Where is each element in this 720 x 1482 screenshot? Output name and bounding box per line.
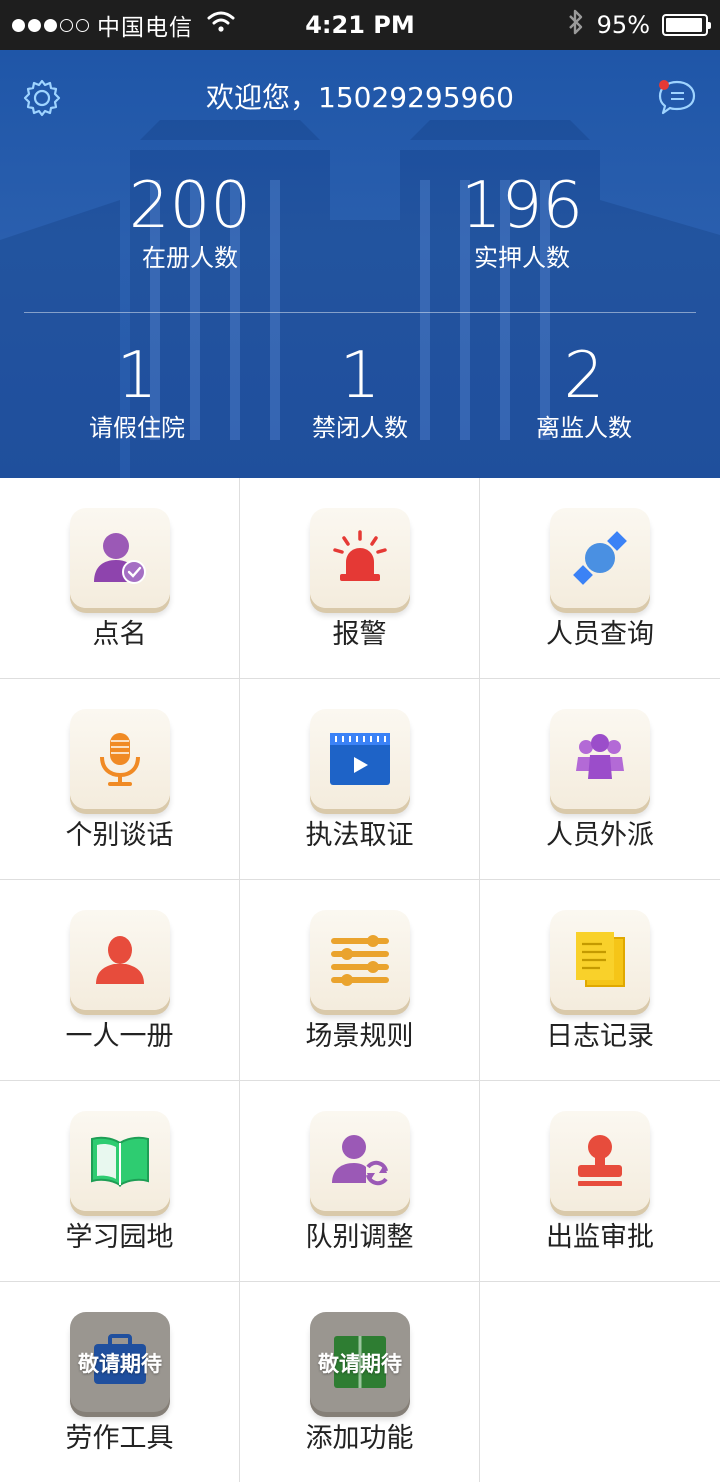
evidence-label: 执法取证 <box>305 820 414 851</box>
microphone-icon <box>100 733 140 786</box>
feature-scene-rules[interactable]: 场景规则 <box>240 880 480 1081</box>
scene-rules-tile <box>310 910 410 1010</box>
release-approval-label: 出监审批 <box>546 1222 654 1253</box>
stat-leave-hospital[interactable]: 1 请假住院 <box>37 340 237 444</box>
notebook-log-icon <box>576 932 625 987</box>
feature-alarm[interactable]: 报警 <box>240 478 480 679</box>
stat-left-prison-label: 离监人数 <box>536 414 632 442</box>
battery-percent: 95% <box>596 11 650 39</box>
one-person-file-tile <box>70 910 170 1010</box>
stat-confinement-value: 1 <box>339 339 381 413</box>
add-function-tile: 敬请期待 <box>310 1312 410 1412</box>
feature-grid: 点名 报警 人员查询 个别谈话 执法取证 人员外派 一人一册 场景规则 日志记录… <box>0 478 720 1482</box>
stat-left-prison[interactable]: 2 离监人数 <box>484 340 684 444</box>
stat-detained[interactable]: 196 实押人数 <box>422 170 622 274</box>
labor-tools-label: 劳作工具 <box>65 1423 174 1454</box>
one-person-file-label: 一人一册 <box>65 1021 174 1052</box>
stat-registered-value: 200 <box>128 169 252 243</box>
video-clapper-icon <box>330 733 390 785</box>
dashboard-header: 欢迎您，15029295960 200 在册人数 196 实押人数 1 请假住院… <box>0 50 720 478</box>
dispatch-label: 人员外派 <box>546 820 654 851</box>
alarm-siren-icon <box>333 530 387 581</box>
feature-release-approval[interactable]: 出监审批 <box>480 1081 720 1282</box>
feature-roll-call[interactable]: 点名 <box>0 478 240 679</box>
slider-rules-icon <box>331 935 389 986</box>
notification-dot <box>659 80 669 90</box>
feature-individual-talk[interactable]: 个别谈话 <box>0 679 240 880</box>
person-search-tile <box>550 508 650 608</box>
person-search-label: 人员查询 <box>546 619 654 650</box>
stat-leave-hospital-value: 1 <box>116 339 158 413</box>
individual-talk-label: 个别谈话 <box>65 820 174 851</box>
feature-log-record[interactable]: 日志记录 <box>480 880 720 1081</box>
roll-call-tile <box>70 508 170 608</box>
stat-confinement[interactable]: 1 禁闭人数 <box>260 340 460 444</box>
stat-leave-hospital-label: 请假住院 <box>89 414 185 442</box>
feature-person-search[interactable]: 人员查询 <box>480 478 720 679</box>
feature-one-person-file[interactable]: 一人一册 <box>0 880 240 1081</box>
user-refresh-icon <box>332 1135 388 1186</box>
empty-grid-cell <box>480 1282 720 1482</box>
study-area-label: 学习园地 <box>65 1222 174 1253</box>
add-function-label: 添加功能 <box>305 1423 414 1454</box>
labor-tools-tile: 敬请期待 <box>70 1312 170 1412</box>
user-check-icon <box>94 533 146 584</box>
stat-registered-label: 在册人数 <box>142 244 238 272</box>
team-adjust-label: 队别调整 <box>305 1222 414 1253</box>
status-right: 95% <box>567 0 711 50</box>
stat-detained-value: 196 <box>460 169 584 243</box>
bluetooth-icon <box>567 8 585 42</box>
feature-study-area[interactable]: 学习园地 <box>0 1081 240 1282</box>
welcome-text: 欢迎您，15029295960 <box>206 81 514 114</box>
search-person-icon <box>573 531 627 585</box>
battery-icon <box>662 14 711 36</box>
stat-confinement-label: 禁闭人数 <box>312 414 408 442</box>
log-record-label: 日志记录 <box>546 1021 654 1052</box>
roll-call-label: 点名 <box>92 619 147 650</box>
evidence-tile <box>310 709 410 809</box>
person-profile-icon <box>96 936 144 984</box>
header-divider <box>24 312 696 313</box>
scene-rules-label: 场景规则 <box>305 1021 414 1052</box>
feature-labor-tools[interactable]: 敬请期待 劳作工具 <box>0 1282 240 1482</box>
study-area-tile <box>70 1111 170 1211</box>
stat-registered[interactable]: 200 在册人数 <box>90 170 290 274</box>
stat-left-prison-value: 2 <box>563 339 605 413</box>
open-book-icon <box>91 1136 149 1187</box>
group-people-icon <box>576 734 624 779</box>
feature-team-adjust[interactable]: 队别调整 <box>240 1081 480 1282</box>
coming-soon-badge: 敬请期待 <box>318 1352 402 1376</box>
dispatch-tile <box>550 709 650 809</box>
feature-dispatch[interactable]: 人员外派 <box>480 679 720 880</box>
feature-add-function[interactable]: 敬请期待 添加功能 <box>240 1282 480 1482</box>
coming-soon-badge: 敬请期待 <box>78 1352 162 1376</box>
status-bar: 中国电信 4:21 PM 95% <box>0 0 720 50</box>
alarm-label: 报警 <box>332 619 387 650</box>
log-record-tile <box>550 910 650 1010</box>
release-approval-tile <box>550 1111 650 1211</box>
feature-evidence[interactable]: 执法取证 <box>240 679 480 880</box>
alarm-tile <box>310 508 410 608</box>
individual-talk-tile <box>70 709 170 809</box>
team-adjust-tile <box>310 1111 410 1211</box>
message-chat-icon[interactable] <box>656 78 698 118</box>
stat-detained-label: 实押人数 <box>474 244 570 272</box>
approval-stamp-icon <box>578 1135 622 1186</box>
